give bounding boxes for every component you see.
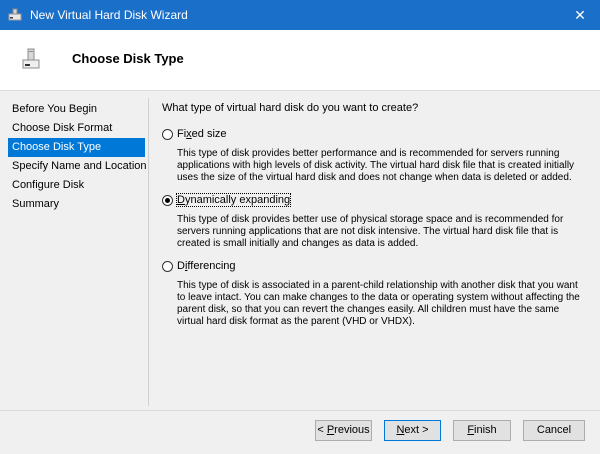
step-choose-disk-format[interactable]: Choose Disk Format — [8, 119, 145, 138]
dynamically-expanding-description: This type of disk provides better use of… — [177, 214, 564, 249]
option-fixed-size: Fixed size This type of disk provides be… — [162, 126, 590, 184]
differencing-radio[interactable] — [162, 261, 173, 272]
title-bar: New Virtual Hard Disk Wizard ✕ — [0, 0, 600, 30]
wizard-steps: Before You Begin Choose Disk Format Choo… — [8, 100, 147, 214]
fixed-size-description: This type of disk provides better perfor… — [177, 148, 575, 183]
differencing-label[interactable]: Differencing — [177, 260, 236, 272]
footer-divider — [0, 410, 600, 411]
close-icon: ✕ — [574, 7, 586, 23]
step-choose-disk-type[interactable]: Choose Disk Type — [8, 138, 145, 157]
option-differencing: Differencing This type of disk is associ… — [162, 258, 590, 328]
option-dynamically-expanding: Dynamically expanding This type of disk … — [162, 192, 590, 250]
dynamically-expanding-label[interactable]: Dynamically expanding — [175, 193, 292, 207]
page-title: Choose Disk Type — [72, 51, 184, 66]
step-configure-disk[interactable]: Configure Disk — [8, 176, 145, 195]
disk-type-panel: What type of virtual hard disk do you wa… — [162, 102, 590, 336]
step-summary[interactable]: Summary — [8, 195, 145, 214]
cancel-button[interactable]: Cancel — [523, 420, 585, 441]
differencing-radio-row[interactable]: Differencing — [162, 258, 590, 276]
finish-button[interactable]: Finish — [453, 420, 511, 441]
fixed-size-radio[interactable] — [162, 129, 173, 140]
disk-type-question: What type of virtual hard disk do you wa… — [162, 102, 419, 114]
hard-disk-icon — [22, 48, 40, 69]
fixed-size-label[interactable]: Fixed size — [177, 128, 227, 140]
wizard-header: Choose Disk Type — [0, 30, 600, 91]
close-button[interactable]: ✕ — [560, 0, 600, 30]
differencing-description: This type of disk is associated in a par… — [177, 280, 580, 327]
step-specify-name-and-location[interactable]: Specify Name and Location — [8, 157, 147, 176]
fixed-size-radio-row[interactable]: Fixed size — [162, 126, 590, 144]
dynamically-expanding-radio-row[interactable]: Dynamically expanding — [162, 192, 590, 210]
panel-divider — [148, 98, 149, 406]
previous-button[interactable]: < Previous — [315, 420, 372, 441]
next-button[interactable]: Next > — [384, 420, 441, 441]
dynamically-expanding-radio[interactable] — [162, 195, 173, 206]
hard-disk-icon — [8, 8, 22, 21]
window-title: New Virtual Hard Disk Wizard — [30, 8, 188, 22]
step-before-you-begin[interactable]: Before You Begin — [8, 100, 145, 119]
